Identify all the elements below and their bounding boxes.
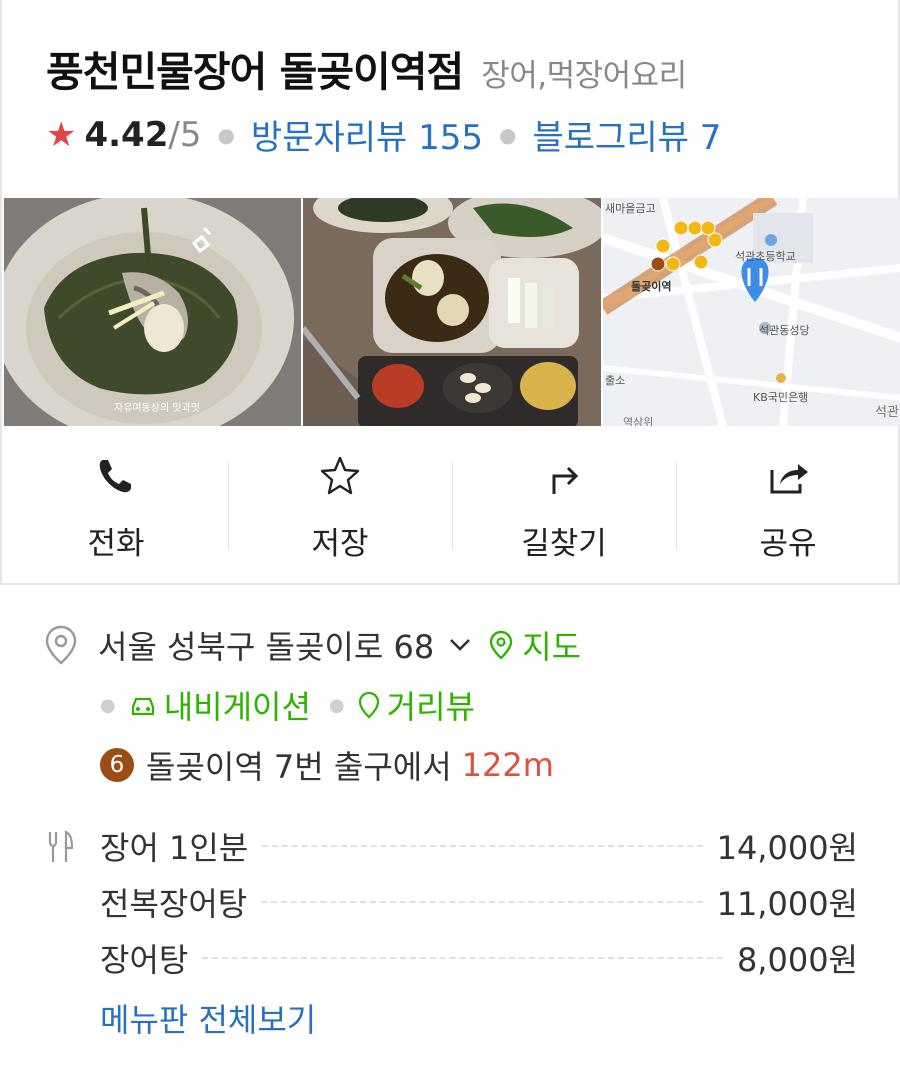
share-icon — [770, 464, 808, 494]
map-pin-icon — [490, 630, 513, 660]
save-button[interactable]: 저장 — [228, 446, 452, 566]
action-bar: 전화 저장 길찾기 공유 — [4, 446, 900, 566]
photo-strip: 자유여동상의 맛과멋 새마을금고 석관초등학교 돌곶이역 석관동성당 KB국민은… — [4, 198, 900, 426]
menu-item-name: 장어 1인분 — [100, 829, 249, 867]
menu-item: 장어탕 8,000원 — [44, 930, 858, 986]
map-label-bottom: 역삼위 — [623, 416, 653, 426]
menu-list: 장어 1인분 14,000원 전복장어탕 11,000원 장어탕 8,000원 — [44, 818, 858, 986]
menu-dotted-leader — [202, 957, 723, 959]
menu-dotted-leader — [261, 901, 703, 903]
separator-dot: ● — [499, 122, 517, 147]
rating-score: 4.42 — [84, 114, 169, 155]
menu-item-price: 8,000원 — [736, 941, 858, 979]
navigation-row: ● 내비게이션 ● 거리뷰 — [100, 682, 475, 728]
place-summary-card: 풍천민물장어 돌곶이역점 장어,먹장어요리 ★ 4.42 /5 ● 방문자리뷰 … — [0, 0, 900, 585]
separator-dot: ● — [100, 694, 116, 716]
side-dishes-image — [303, 198, 601, 426]
eel-dish-image: 자유여동상의 맛과멋 — [4, 198, 302, 426]
map-label-bank-top: 새마을금고 — [605, 202, 656, 215]
star-icon: ★ — [46, 114, 77, 155]
street-view-label: 거리뷰 — [386, 688, 475, 726]
map-link[interactable]: 지도 — [488, 622, 581, 668]
subway-line-badge: 6 — [100, 748, 134, 782]
place-title[interactable]: 풍천민물장어 돌곶이역점 — [46, 38, 464, 98]
rating-row: ★ 4.42 /5 ● 방문자리뷰 155 ● 블로그리뷰 7 — [46, 110, 721, 159]
save-label: 저장 — [311, 526, 369, 562]
title-row: 풍천민물장어 돌곶이역점 장어,먹장어요리 — [46, 38, 687, 98]
menu-item-price: 14,000원 — [716, 829, 858, 867]
visitor-reviews-link[interactable]: 방문자리뷰 155 — [251, 110, 483, 159]
directions-button[interactable]: 길찾기 — [452, 446, 676, 566]
share-label: 공유 — [759, 526, 817, 562]
share-button[interactable]: 공유 — [676, 446, 900, 566]
menu-item-price: 11,000원 — [716, 885, 858, 923]
call-button[interactable]: 전화 — [4, 446, 228, 566]
car-icon — [131, 697, 154, 716]
directions-label: 길찾기 — [521, 526, 607, 562]
rating-max: /5 — [168, 114, 202, 155]
view-full-menu-link[interactable]: 메뉴판 전체보기 — [100, 995, 316, 1041]
street-view-icon — [358, 691, 379, 719]
map-label-church: 석관동성당 — [759, 324, 810, 337]
map-label-exit: 출소 — [605, 374, 625, 387]
location-map-image: 새마을금고 석관초등학교 돌곶이역 석관동성당 KB국민은행 출소 석관 역삼위 — [602, 198, 900, 426]
address-row: 서울 성북구 돌곶이로 68 지도 — [44, 622, 581, 668]
place-category: 장어,먹장어요리 — [481, 58, 687, 94]
menu-item-name: 전복장어탕 — [100, 885, 248, 923]
menu-item: 장어 1인분 14,000원 — [44, 818, 858, 874]
phone-icon — [99, 460, 131, 493]
map-link-label: 지도 — [522, 628, 582, 666]
star-outline-icon — [320, 456, 360, 495]
address-text: 서울 성북구 돌곶이로 68 — [98, 628, 435, 666]
separator-dot: ● — [217, 122, 235, 147]
menu-item-name: 장어탕 — [100, 941, 189, 979]
menu-dotted-leader — [262, 845, 703, 847]
photo-caption: 자유여동상의 맛과멋 — [114, 402, 200, 414]
subway-row: 6 돌곶이역 7번 출구에서 122m — [100, 742, 554, 788]
subway-distance: 122m — [461, 746, 554, 784]
menu-item: 전복장어탕 11,000원 — [44, 874, 858, 930]
separator-dot: ● — [328, 694, 345, 716]
directions-icon — [552, 466, 579, 494]
navigation-label: 내비게이션 — [163, 688, 311, 726]
call-label: 전화 — [87, 526, 145, 562]
subway-text: 돌곶이역 7번 출구에서 — [146, 748, 452, 786]
photo-map[interactable]: 새마을금고 석관초등학교 돌곶이역 석관동성당 KB국민은행 출소 석관 역삼위 — [602, 198, 900, 426]
street-view-link[interactable]: 거리뷰 — [357, 682, 475, 728]
location-pin-icon — [45, 625, 77, 665]
map-label-kb-bank: KB국민은행 — [753, 391, 808, 404]
map-label-school: 석관초등학교 — [735, 250, 796, 263]
navigation-link[interactable]: 내비게이션 — [128, 682, 311, 728]
map-label-edge: 석관 — [875, 405, 899, 420]
photo-side-dishes[interactable] — [303, 198, 601, 426]
chevron-down-icon[interactable] — [446, 633, 474, 657]
blog-reviews-link[interactable]: 블로그리뷰 7 — [532, 110, 721, 159]
photo-food-eel[interactable]: 자유여동상의 맛과멋 — [4, 198, 302, 426]
map-label-station: 돌곶이역 — [631, 279, 671, 293]
fork-knife-icon — [48, 830, 74, 862]
